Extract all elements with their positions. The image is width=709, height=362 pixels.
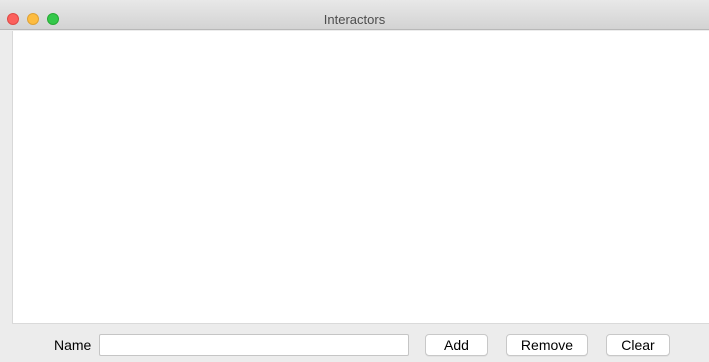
interactors-list-area[interactable]	[12, 31, 709, 323]
name-label: Name	[54, 337, 92, 353]
remove-button[interactable]: Remove	[506, 334, 588, 356]
window-title: Interactors	[323, 12, 386, 27]
clear-button[interactable]: Clear	[606, 334, 670, 356]
bottom-toolbar: Name Add Remove Clear	[12, 323, 709, 362]
name-input[interactable]	[99, 334, 409, 356]
app-window: Interactors Name Add Remove Clear	[0, 0, 709, 362]
add-button[interactable]: Add	[425, 334, 488, 356]
title-bar[interactable]: Interactors	[0, 0, 709, 30]
